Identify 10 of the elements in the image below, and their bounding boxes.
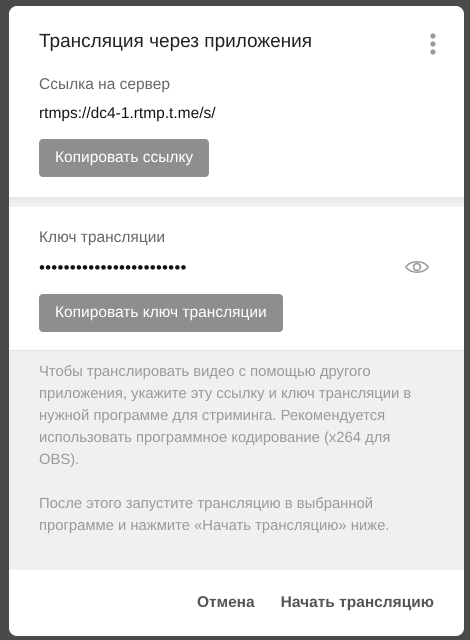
- more-menu-icon[interactable]: [429, 33, 437, 55]
- info-text: Чтобы транслировать видео с помощью другого приложения, укажите эту ссылку и ключ трансляции в нужной программе для стриминга. Рекомендуется использовать программное кодирование (x264 для OBS).: [39, 363, 412, 470]
- dialog-button[interactable]: Начать трансляцию: [272, 590, 442, 616]
- info-text: После этого запустите трансляцию в выбранной программе и нажмите «Начать трансляцию» ниже.: [39, 495, 390, 536]
- field-label: Ссылка на сервер: [39, 76, 170, 94]
- field-label: Ключ трансляции: [39, 229, 166, 247]
- stream-key: ••••••••••••••••••••••••: [39, 258, 187, 278]
- dialog-title: Трансляция через приложения: [39, 31, 312, 53]
- server-url: rtmps://dc4-1.rtmp.t.me/s/: [39, 105, 216, 123]
- dialog-button[interactable]: Отмена: [188, 590, 263, 616]
